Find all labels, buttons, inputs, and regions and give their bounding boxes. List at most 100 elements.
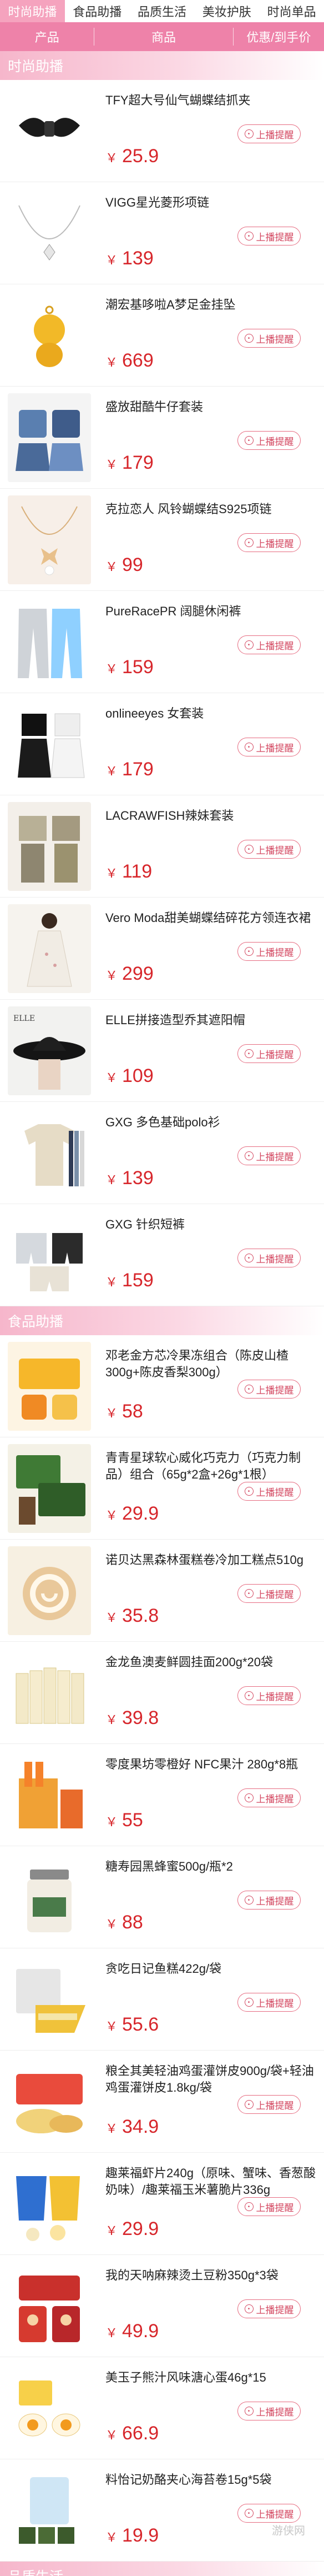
noodles-product-image[interactable] [8, 1648, 91, 1737]
clock-icon: • [244, 640, 254, 649]
juice-product-image[interactable] [8, 1751, 91, 1840]
hat-product-image[interactable]: ELLE [8, 1006, 91, 1095]
product-row[interactable]: 趣莱福虾片240g（原味、蟹味、香葱酸奶味）/趣莱福玉米薯脆片336g ￥ 29.9… [0, 2153, 324, 2255]
product-row[interactable]: LACRAWFISH辣妹套装 ￥ 119 • 上播提醒 [0, 795, 324, 898]
jelly-product-image[interactable] [8, 1342, 91, 1431]
broadcast-reminder-button[interactable]: • 上播提醒 [237, 840, 301, 859]
tab-beauty-skincare[interactable]: 美妆护肤 [194, 0, 259, 22]
cake-roll-product-image[interactable] [8, 1546, 91, 1635]
outfit2-product-image[interactable] [8, 802, 91, 891]
product-row[interactable]: onlineeyes 女套装 ￥ 179 • 上播提醒 [0, 693, 324, 795]
broadcast-reminder-button[interactable]: • 上播提醒 [237, 1686, 301, 1705]
eggs-product-image[interactable] [8, 2364, 91, 2453]
broadcast-reminder-button[interactable]: • 上播提醒 [237, 2402, 301, 2420]
broadcast-reminder-button[interactable]: • 上播提醒 [237, 1891, 301, 1910]
pants-product-image[interactable] [8, 598, 91, 686]
product-row[interactable]: PureRacePR 阔腿休闲裤 ￥ 159 • 上播提醒 [0, 591, 324, 693]
broadcast-reminder-button[interactable]: • 上播提醒 [237, 1146, 301, 1165]
reminder-label: 上播提醒 [256, 2304, 294, 2316]
chocolate-product-image[interactable] [8, 1444, 91, 1533]
chips-product-image[interactable] [8, 2159, 91, 2248]
broadcast-reminder-button[interactable]: • 上播提醒 [237, 1584, 301, 1603]
bow-necklace-product-image[interactable] [8, 495, 91, 584]
broadcast-reminder-button[interactable]: • 上播提醒 [237, 942, 301, 961]
tab-quality-life[interactable]: 品质生活 [130, 0, 195, 22]
product-name: 青青星球软心威化巧克力（巧克力制品）组合（65g*2盒+26g*1根） [105, 1451, 301, 1481]
product-row[interactable]: 金龙鱼澳麦鲜圆挂面200g*20袋 ￥ 39.8 • 上播提醒 [0, 1642, 324, 1744]
broadcast-reminder-button[interactable]: • 上播提醒 [237, 2197, 301, 2216]
product-row[interactable]: 邓老金方芯冷果冻组合（陈皮山楂300g+陈皮香梨300g） ￥ 58 • 上播提醒 [0, 1335, 324, 1437]
product-row[interactable]: 克拉恋人 风铃蝴蝶结S925项链 ￥ 99 • 上播提醒 [0, 489, 324, 591]
reminder-label: 上播提醒 [256, 947, 294, 958]
broadcast-reminder-button[interactable]: • 上播提醒 [237, 329, 301, 348]
tab-fashion-items[interactable]: 时尚单品 [259, 0, 324, 22]
price-value: 119 [122, 861, 153, 882]
product-name: 趣莱福虾片240g（原味、蟹味、香葱酸奶味）/趣莱福玉米薯脆片336g [105, 2166, 316, 2197]
broadcast-reminder-button[interactable]: • 上播提醒 [237, 1044, 301, 1063]
product-price: ￥ 139 [105, 1167, 154, 1189]
product-row[interactable]: 青青星球软心威化巧克力（巧克力制品）组合（65g*2盒+26g*1根） ￥ 29.9… [0, 1437, 324, 1540]
price-value: 179 [122, 452, 154, 473]
broadcast-reminder-button[interactable]: • 上播提醒 [237, 124, 301, 143]
product-row[interactable]: ELLE ELLE拼接造型乔其遮阳帽 ￥ 109 • 上播提醒 [0, 1000, 324, 1102]
product-price: ￥ 25.9 [105, 146, 159, 167]
product-row[interactable]: 糖寿园黑蜂蜜500g/瓶*2 ￥ 88 • 上播提醒 [0, 1846, 324, 1948]
gold-pendant-product-image[interactable] [8, 291, 91, 380]
broadcast-reminder-button[interactable]: • 上播提醒 [237, 1249, 301, 1267]
product-row[interactable]: 我的天呐麻辣烫土豆粉350g*3袋 ￥ 49.9 • 上播提醒 [0, 2255, 324, 2357]
honey-product-image[interactable] [8, 1853, 91, 1942]
broadcast-reminder-button[interactable]: • 上播提醒 [237, 1482, 301, 1501]
product-row[interactable]: GXG 针织短裤 ￥ 159 • 上播提醒 [0, 1204, 324, 1306]
reminder-label: 上播提醒 [256, 1589, 294, 1600]
product-row[interactable]: 潮宏基哆啦A梦足金挂坠 ￥ 669 • 上播提醒 [0, 284, 324, 387]
broadcast-reminder-button[interactable]: • 上播提醒 [237, 1993, 301, 2012]
product-price: ￥ 34.9 [105, 2116, 159, 2138]
polo-product-image[interactable] [8, 1109, 91, 1197]
product-row[interactable]: 贪吃日记鱼糕422g/袋 ￥ 55.6 • 上播提醒 [0, 1948, 324, 2051]
product-row[interactable]: 盛放甜酷牛仔套装 ￥ 179 • 上播提醒 [0, 387, 324, 489]
tab-food-assist[interactable]: 食品助播 [65, 0, 130, 22]
broadcast-reminder-button[interactable]: • 上播提醒 [237, 635, 301, 654]
seaweed-product-image[interactable] [8, 2466, 91, 2555]
broadcast-reminder-button[interactable]: • 上播提醒 [237, 1380, 301, 1399]
product-price: ￥ 99 [105, 554, 143, 576]
reminder-label: 上播提醒 [256, 2509, 294, 2520]
product-price: ￥ 179 [105, 759, 154, 780]
product-row[interactable]: TFY超大号仙气蝴蝶结抓夹 ￥ 25.9 • 上播提醒 [0, 80, 324, 182]
product-row[interactable]: 料怡记奶酪夹心海苔卷15g*5袋 ￥ 19.9 • 上播提醒 [0, 2459, 324, 2562]
product-row[interactable]: 诺贝达黑森林蛋糕卷冷加工糕点510g ￥ 35.8 • 上播提醒 [0, 1540, 324, 1642]
broadcast-reminder-button[interactable]: • 上播提醒 [237, 738, 301, 756]
product-row[interactable]: VIGG星光菱形项链 ￥ 139 • 上播提醒 [0, 182, 324, 284]
product-price: ￥ 88 [105, 1912, 143, 1933]
fish-cake-product-image[interactable] [8, 1955, 91, 2044]
broadcast-reminder-button[interactable]: • 上播提醒 [237, 2299, 301, 2318]
product-row[interactable]: GXG 多色基础polo衫 ￥ 139 • 上播提醒 [0, 1102, 324, 1204]
broadcast-reminder-button[interactable]: • 上播提醒 [237, 227, 301, 245]
product-row[interactable]: Vero Moda甜美蝴蝶结碎花方领连衣裙 ￥ 299 • 上播提醒 [0, 898, 324, 1000]
broadcast-reminder-button[interactable]: • 上播提醒 [237, 2095, 301, 2114]
hair-claw-product-image[interactable] [8, 87, 91, 176]
outfit-product-image[interactable] [8, 700, 91, 789]
necklace-product-image[interactable] [8, 189, 91, 278]
denim-set-product-image[interactable] [8, 393, 91, 482]
shorts-product-image[interactable] [8, 1211, 91, 1300]
product-row[interactable]: 美玉子熊汁风味溏心蛋46g*15 ￥ 66.9 • 上播提醒 [0, 2357, 324, 2459]
tab-fashion-assist[interactable]: 时尚助播 [0, 0, 65, 22]
broadcast-reminder-button[interactable]: • 上播提醒 [237, 533, 301, 552]
product-name: LACRAWFISH辣妹套装 [105, 809, 234, 823]
broadcast-reminder-button[interactable]: • 上播提醒 [237, 2504, 301, 2523]
price-value: 109 [122, 1065, 154, 1086]
section-header: 食品助播 [0, 1306, 324, 1335]
product-row[interactable]: 粮全其美轻油鸡蛋灌饼皮900g/袋+轻油鸡蛋灌饼皮1.8kg/袋 ￥ 34.9 • 上播… [0, 2051, 324, 2153]
clock-icon: • [244, 1385, 254, 1394]
product-row[interactable]: 零度果坊零橙好 NFC果汁 280g*8瓶 ￥ 55 • 上播提醒 [0, 1744, 324, 1846]
currency-symbol: ￥ [105, 2530, 118, 2544]
broadcast-reminder-button[interactable]: • 上播提醒 [237, 431, 301, 450]
broadcast-reminder-button[interactable]: • 上播提醒 [237, 1788, 301, 1807]
product-name: 粮全其美轻油鸡蛋灌饼皮900g/袋+轻油鸡蛋灌饼皮1.8kg/袋 [105, 2064, 314, 2094]
spicy-noodles-product-image[interactable] [8, 2262, 91, 2351]
pancake-product-image[interactable] [8, 2057, 91, 2146]
reminder-label: 上播提醒 [256, 1793, 294, 1805]
reminder-label: 上播提醒 [256, 1385, 294, 1396]
dress-product-image[interactable] [8, 904, 91, 993]
